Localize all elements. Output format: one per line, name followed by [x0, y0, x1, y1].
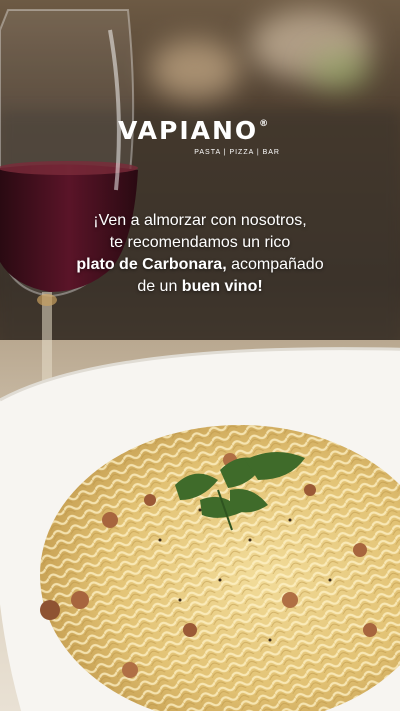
message-line-2: te recomendamos un rico [109, 234, 291, 251]
brand-name: VAPIANO [118, 116, 259, 145]
promo-screen: VAPIANO® PASTA | PIZZA | BAR ¡Ven a almo… [0, 0, 400, 711]
registered-mark: ® [259, 119, 271, 129]
highlight-carbonara: plato de Carbonara, [76, 256, 227, 273]
vapiano-logo: VAPIANO® PASTA | PIZZA | BAR [118, 118, 288, 156]
plant-bokeh [310, 50, 370, 90]
message-line-4-start: de un [137, 278, 182, 295]
message-line-3: plato de Carbonara, acompañado [40, 254, 360, 276]
carbonara-plate-image [0, 347, 400, 711]
highlight-buen-vino: buen vino! [181, 278, 263, 295]
promo-message: ¡Ven a almorzar con nosotros, te recomen… [40, 210, 360, 298]
message-line-1: ¡Ven a almorzar con nosotros, [93, 212, 307, 229]
message-line-4: de un buen vino! [40, 276, 360, 298]
message-line-3-rest: acompañado [226, 256, 324, 273]
brand-tagline: PASTA | PIZZA | BAR [194, 149, 280, 156]
light-bokeh [150, 40, 240, 100]
